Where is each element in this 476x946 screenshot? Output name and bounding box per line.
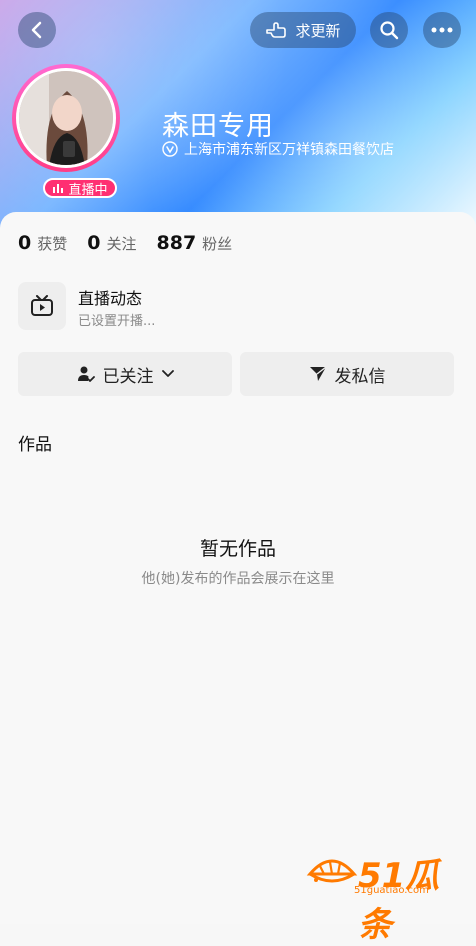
avatar-image [19,71,113,165]
avatar-ring[interactable] [12,64,120,172]
live-status-title: 直播动态 [78,289,143,308]
live-badge-label: 直播中 [68,182,108,198]
chevron-down-icon [161,370,174,377]
stat-following[interactable]: 0 关注 [87,232,136,254]
search-button[interactable] [370,12,408,48]
more-button[interactable] [423,12,461,48]
chevron-left-icon [31,21,42,39]
live-status-subtitle: 已设置开播... [78,314,156,329]
back-button[interactable] [18,12,56,48]
live-bars-icon [53,184,64,193]
tv-icon [31,295,53,316]
followed-button[interactable]: 已关注 [18,352,232,396]
melon-logo-icon [306,859,358,883]
profile-name: 森田专用 [162,111,274,142]
works-tab[interactable]: 作品 [18,430,52,455]
empty-works-subtitle: 他(她)发布的作品会展示在这里 [141,571,335,587]
watermark-url: 51guatiao.com [354,885,429,896]
stat-number: 0 [87,232,101,254]
request-update-button[interactable]: 求更新 [250,12,356,48]
stat-likes[interactable]: 0 获赞 [18,232,67,254]
user-check-icon [77,366,95,382]
profile-content: 0 获赞 0 关注 887 粉丝 直播动态 已设置开播... 已关注 发私信 作… [0,212,476,924]
pointing-hand-icon [266,22,287,38]
verified-v-icon [162,141,178,157]
stat-label: 关注 [106,235,137,253]
avatar [16,68,116,168]
followed-label: 已关注 [102,366,154,387]
watermark-text: 51瓜条 [358,856,440,945]
profile-location: 上海市浦东新区万祥镇森田餐饮店 [162,139,394,159]
send-message-label: 发私信 [334,366,386,387]
search-icon [380,21,399,40]
empty-works-title: 暂无作品 [199,538,276,560]
stat-followers[interactable]: 887 粉丝 [157,232,233,254]
send-message-button[interactable]: 发私信 [240,352,454,396]
send-icon [309,366,326,381]
location-text: 上海市浦东新区万祥镇森田餐饮店 [184,142,394,158]
stat-number: 887 [156,232,197,254]
live-badge[interactable]: 直播中 [43,178,117,198]
stat-number: 0 [18,232,32,254]
stat-label: 粉丝 [202,235,233,253]
request-update-label: 求更新 [295,21,341,40]
site-watermark: 51瓜条 51guatiao.com [306,848,466,945]
stats-row: 0 获赞 0 关注 887 粉丝 [18,232,232,254]
stat-label: 获赞 [37,235,68,253]
tv-icon-box [18,282,66,330]
live-status-row[interactable]: 直播动态 已设置开播... [18,282,458,330]
more-dots-icon [431,27,453,33]
